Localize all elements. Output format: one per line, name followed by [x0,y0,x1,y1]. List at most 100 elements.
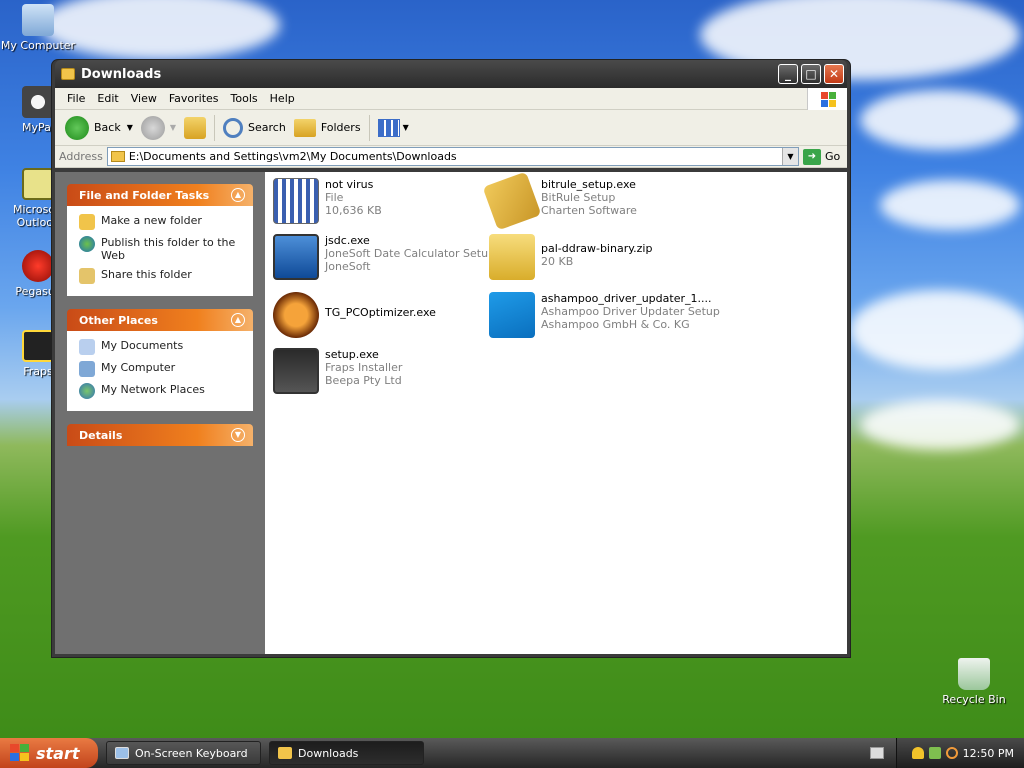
explorer-window: Downloads _ □ ✕ File Edit View Favorites… [52,60,850,657]
other-places-body: My Documents My Computer My Network Plac… [67,331,253,411]
file-name: bitrule_setup.exe [541,178,636,191]
address-label: Address [59,150,103,163]
panel-title: Details [79,428,123,442]
security-shield-icon[interactable] [911,747,924,759]
chevron-up-icon[interactable]: ▲ [231,188,245,202]
menu-edit[interactable]: Edit [91,92,124,105]
file-folder-tasks-header[interactable]: File and Folder Tasks ▲ [67,184,253,206]
chevron-down-icon[interactable]: ▼ [231,428,245,442]
file-type: File [325,191,344,204]
chevron-down-icon[interactable]: ▼ [170,123,176,132]
file-item-not-virus[interactable]: not virus File 10,636 KB [273,178,488,224]
toolbar-separator [214,114,216,141]
clock[interactable]: 12:50 PM [963,747,1014,760]
file-name: pal-ddraw-binary.zip [541,242,653,255]
documents-icon [79,339,95,355]
address-path: E:\Documents and Settings\vm2\My Documen… [128,150,457,163]
folder-icon [61,68,75,80]
up-folder-button[interactable] [180,114,210,142]
taskbar-item-on-screen-keyboard[interactable]: On-Screen Keyboard [106,741,261,765]
place-label: My Computer [101,361,176,374]
search-icon [223,117,244,138]
language-keyboard-icon[interactable] [870,747,884,759]
task-publish-folder[interactable]: Publish this folder to the Web [79,236,243,262]
task-label: Publish this folder to the Web [101,236,236,262]
menubar: File Edit View Favorites Tools Help [55,88,847,110]
search-tray-icon[interactable] [945,747,958,759]
file-name: TG_PCOptimizer.exe [325,306,436,319]
task-make-new-folder[interactable]: Make a new folder [79,214,243,230]
place-my-documents[interactable]: My Documents [79,339,243,355]
window-titlebar[interactable]: Downloads _ □ ✕ [55,60,847,88]
file-name: jsdc.exe [325,234,370,247]
file-item-pal-ddraw-binary[interactable]: pal-ddraw-binary.zip 20 KB [489,234,704,280]
outlook-icon [22,168,54,200]
up-folder-icon [184,116,207,139]
taskbar-item-downloads[interactable]: Downloads [269,741,424,765]
menu-help[interactable]: Help [264,92,301,105]
search-label: Search [248,121,286,134]
place-my-computer[interactable]: My Computer [79,361,243,377]
ruler-icon [482,171,542,231]
new-folder-icon [79,214,95,230]
task-share-folder[interactable]: Share this folder [79,268,243,284]
menu-file[interactable]: File [61,92,91,105]
network-icon[interactable] [928,747,941,759]
chevron-down-icon[interactable]: ▼ [127,123,133,132]
pegasus-icon [22,250,54,282]
task-pane: File and Folder Tasks ▲ Make a new folde… [55,172,265,654]
taskbar-item-label: On-Screen Keyboard [135,746,248,760]
file-description: Fraps Installer [325,361,403,374]
address-bar: Address E:\Documents and Settings\vm2\My… [55,146,847,168]
desktop-icon-my-computer[interactable]: My Computer [0,4,76,52]
file-item-ashampoo-driver-updater[interactable]: ashampoo_driver_updater_1.... Ashampoo D… [489,292,720,338]
go-button[interactable]: ➜ Go [803,148,843,165]
other-places-panel: Other Places ▲ My Documents My Computer … [67,309,253,411]
address-dropdown-button[interactable]: ▼ [782,148,798,165]
folder-icon [110,151,125,162]
file-description: Ashampoo Driver Updater Setup [541,305,720,318]
windows-logo-icon [807,88,847,110]
search-button[interactable]: Search [219,114,290,142]
address-input[interactable]: E:\Documents and Settings\vm2\My Documen… [106,147,799,166]
file-name: setup.exe [325,348,379,361]
place-label: My Network Places [101,383,205,396]
file-company: Ashampoo GmbH & Co. KG [541,318,690,331]
back-button[interactable]: Back ▼ [61,114,137,142]
start-button[interactable]: start [0,738,98,768]
forward-button[interactable]: ▼ [137,114,180,142]
close-button[interactable]: ✕ [824,64,844,84]
desktop-icon-label: Fraps [23,365,53,378]
menu-tools[interactable]: Tools [225,92,264,105]
window-content: File and Folder Tasks ▲ Make a new folde… [55,171,847,654]
installer-icon [273,234,319,280]
details-header[interactable]: Details ▼ [67,424,253,446]
file-company: Beepa Pty Ltd [325,374,402,387]
minimize-button[interactable]: _ [778,64,798,84]
file-item-jsdc[interactable]: jsdc.exe JoneSoft Date Calculator Setup … [273,234,495,280]
file-item-tg-pcoptimizer[interactable]: TG_PCOptimizer.exe [273,292,488,338]
file-item-setup[interactable]: setup.exe Fraps Installer Beepa Pty Ltd [273,348,488,394]
chevron-up-icon[interactable]: ▲ [231,313,245,327]
menu-view[interactable]: View [125,92,163,105]
go-label: Go [825,150,841,163]
back-label: Back [94,121,121,134]
folders-icon [293,118,316,137]
file-item-bitrule-setup[interactable]: bitrule_setup.exe BitRule Setup Charten … [482,171,704,231]
file-size: 10,636 KB [325,204,382,217]
other-places-header[interactable]: Other Places ▲ [67,309,253,331]
ashampoo-icon [489,292,535,338]
place-my-network-places[interactable]: My Network Places [79,383,243,399]
file-folder-tasks-body: Make a new folder Publish this folder to… [67,206,253,296]
toolbar: Back ▼ ▼ Search Folders ▼ [55,110,847,146]
network-icon [79,383,95,399]
maximize-button[interactable]: □ [801,64,821,84]
details-panel: Details ▼ [67,424,253,446]
file-size: 20 KB [541,255,574,268]
views-button[interactable]: ▼ [374,114,413,142]
folders-button[interactable]: Folders [290,114,365,142]
chevron-down-icon[interactable]: ▼ [403,123,409,132]
desktop-icon-recycle-bin[interactable]: Recycle Bin [936,658,1012,706]
menu-favorites[interactable]: Favorites [163,92,225,105]
installer-icon [273,348,319,394]
